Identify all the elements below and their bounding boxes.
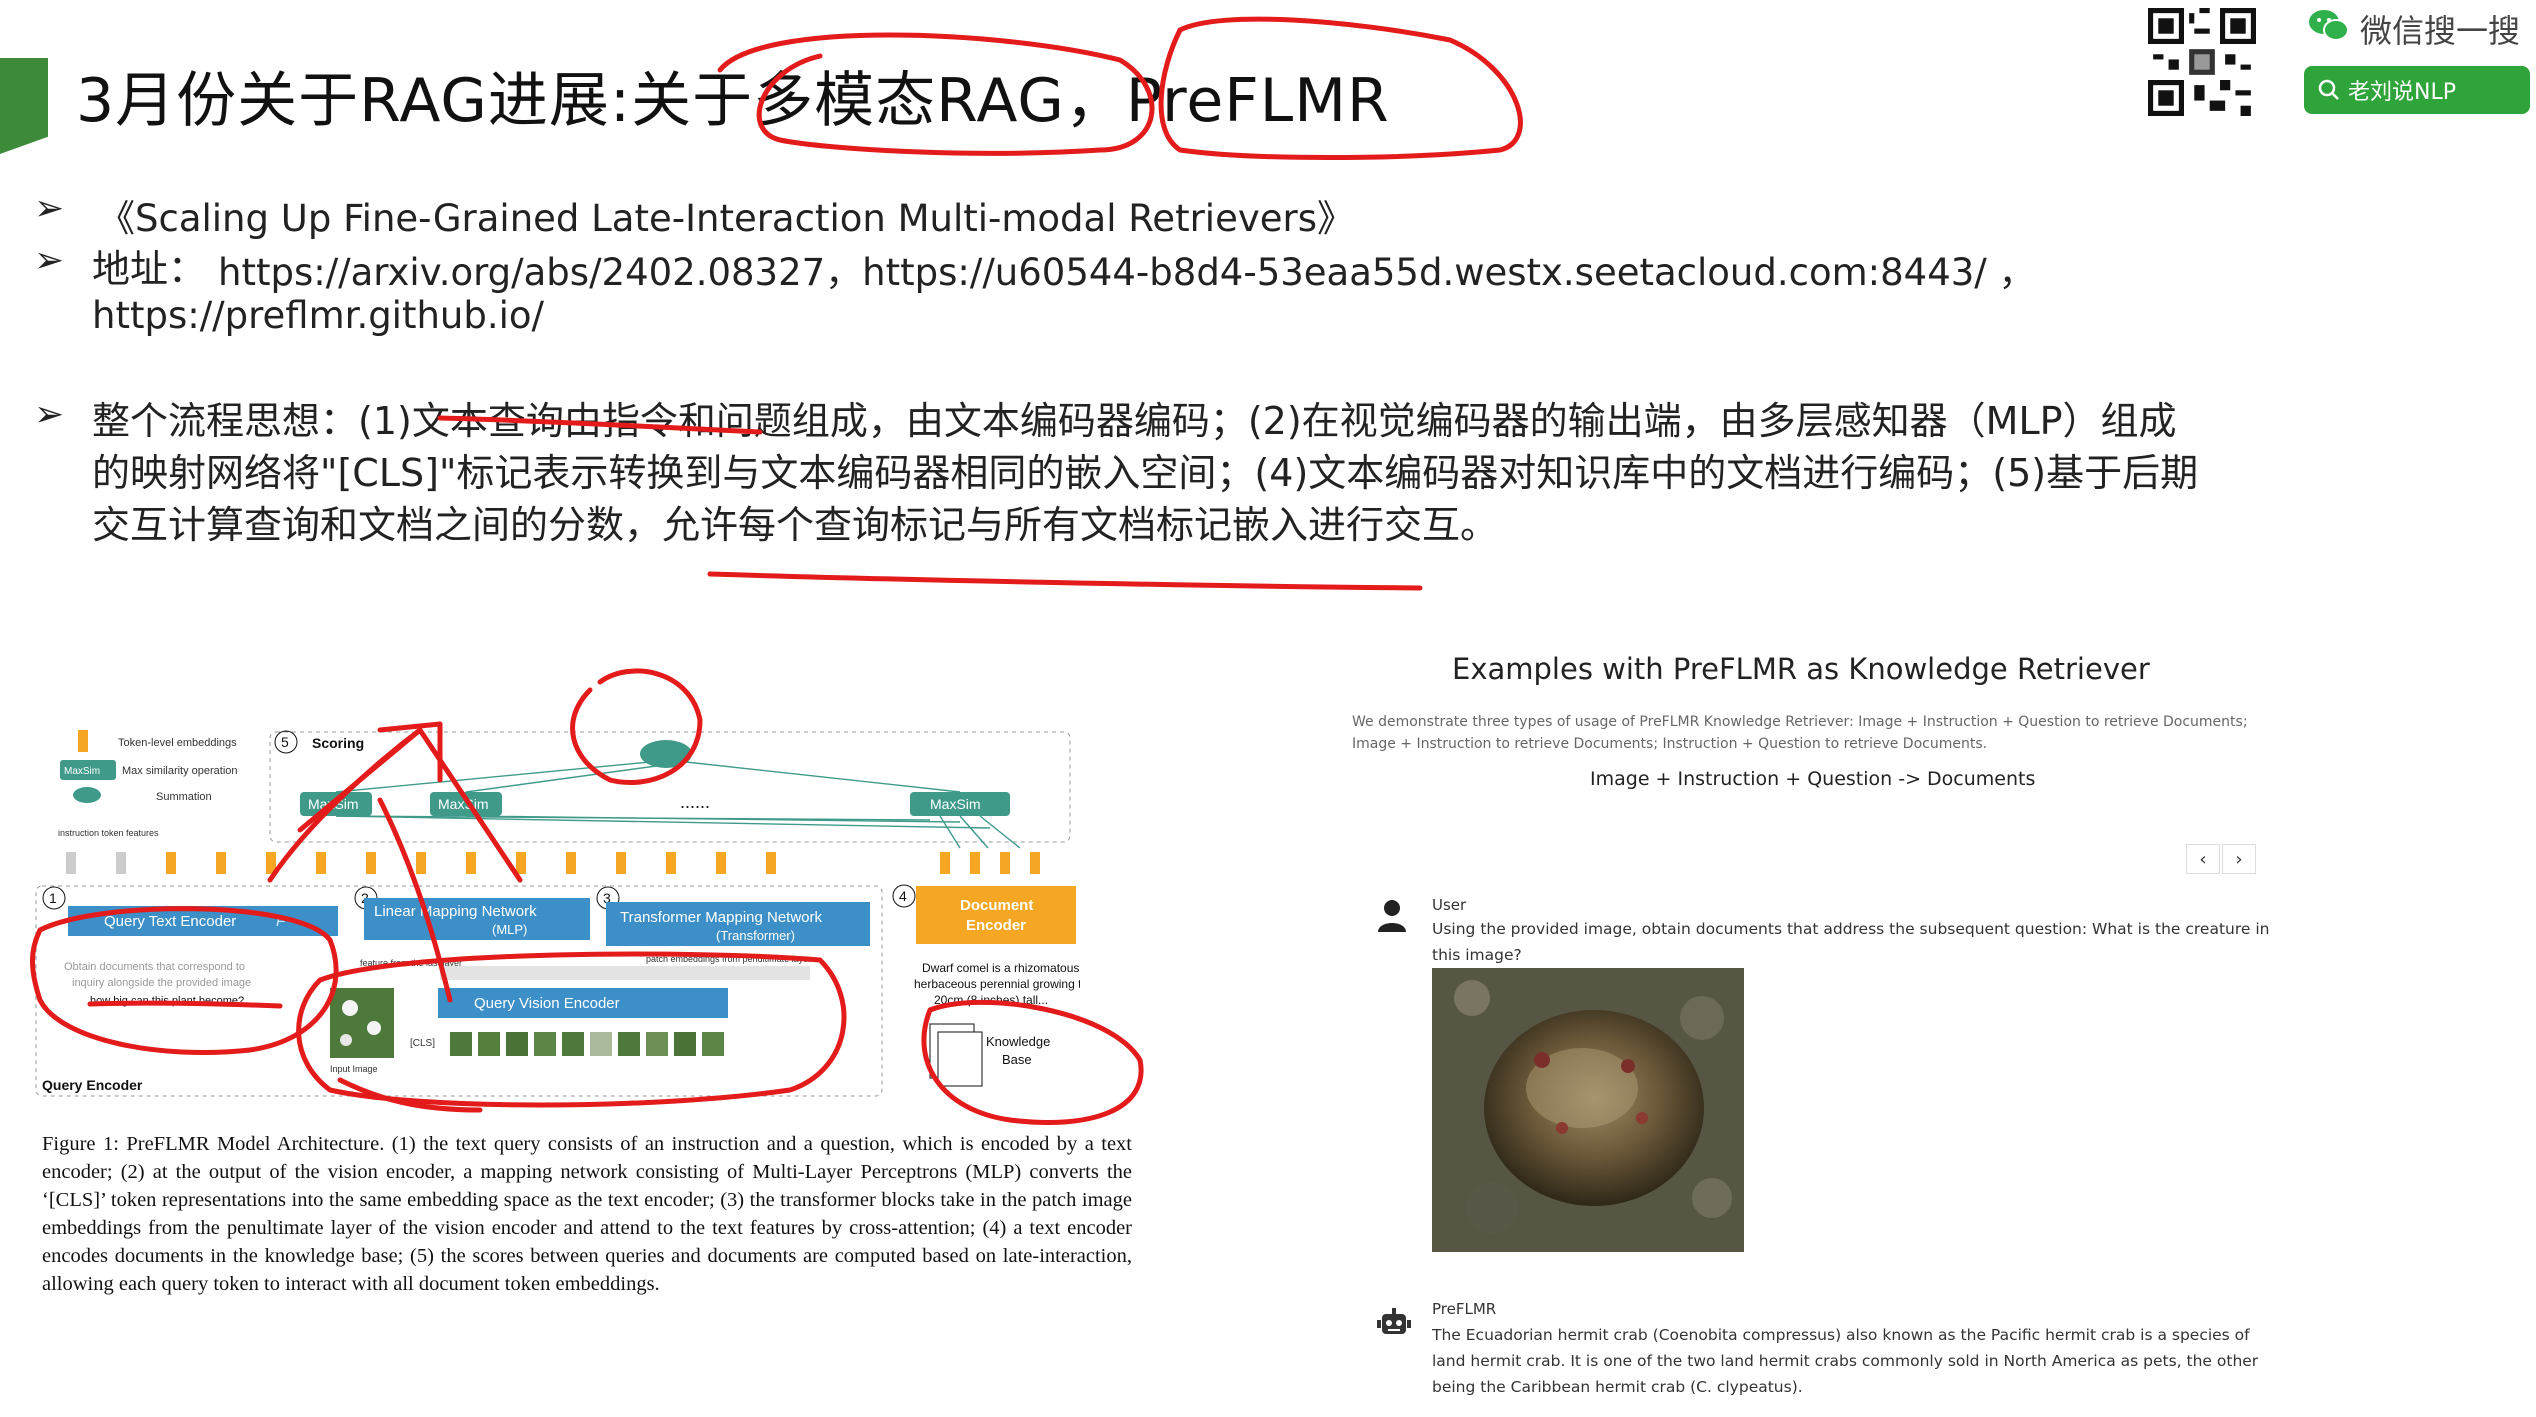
step-1-number: 1 [49,890,57,906]
linear-mapping-sub: (MLP) [492,922,527,937]
maxsim-label-n: MaxSim [930,796,981,812]
user-icon [1378,900,1406,932]
bullet-arrow-icon: ➢ [34,394,65,435]
legend-token-swatch [78,730,88,752]
chevron-right-icon: › [2235,848,2243,870]
paper-title: 《Scaling Up Fine-Grained Late-Interactio… [98,197,1354,240]
knowledge-base-label-1: Knowledge [986,1034,1050,1049]
maxsim-label-2: MaxSim [438,796,489,812]
underline-2 [707,571,1423,591]
patch-thumbnails [450,1032,724,1056]
bot-message-line2: land hermit crab. It is one of the two l… [1432,1352,2259,1370]
examples-subtitle: Image + Instruction + Question -> Docume… [1590,768,2036,790]
examples-title: Examples with PreFLMR as Knowledge Retri… [1452,652,2150,686]
bullet-arrow-icon: ➢ [34,188,65,229]
robot-icon [1377,1308,1411,1334]
transformer-mapping-label: Transformer Mapping Network [620,909,823,926]
input-image-thumb [330,988,394,1058]
wechat-search-label: 微信搜一搜 [2360,12,2521,50]
examples-desc-line1: We demonstrate three types of usage of P… [1352,714,2248,730]
address-links-line1[interactable]: https://arxiv.org/abs/2402.08327，https:/… [218,242,2036,296]
document-encoder-label-1: Document [960,897,1033,914]
cls-label: [CLS] [410,1038,435,1049]
legend-token-label: Token-level embeddings [118,737,237,749]
document-encoder-label-2: Encoder [966,917,1026,934]
legend-maxsim-badge-text: MaxSim [64,766,100,777]
kb-page-front [937,1031,983,1087]
search-icon [2318,79,2339,100]
user-message-line1: Using the provided image, obtain documen… [1432,920,2270,938]
next-example-button[interactable]: › [2222,844,2256,874]
patch-bar [440,966,810,980]
transformer-mapping-sub: (Transformer) [716,928,795,943]
query-vision-encoder-label: Query Vision Encoder [474,995,620,1012]
page-title: 3月份关于RAG进展:关于多模态RAG，PreFLMR [76,66,1390,136]
legend-sum-icon [73,787,101,803]
flow-text-line2: 的映射网络将"[CLS]"标记表示转换到与文本编码器相同的嵌入空间；(4)文本编… [92,451,2199,495]
qr-code-icon [2148,8,2256,116]
maxsim-ellipsis: ...... [680,792,710,812]
knowledge-base-label-2: Base [1002,1052,1032,1067]
flow-text-line1: 整个流程思想：(1)文本查询由指令和问题组成，由文本编码器编码；(2)在视觉编码… [92,399,2177,443]
figure-caption: Figure 1: PreFLMR Model Architecture. (1… [42,1133,1132,1295]
prev-example-button[interactable]: ‹ [2186,844,2220,874]
summation-node [640,740,692,768]
fl-symbol: F [276,913,286,930]
address-links-line2[interactable]: https://preflmr.github.io/ [92,294,544,337]
query-text-line-1: Obtain documents that correspond to [64,961,245,973]
legend-sum-label: Summation [156,791,212,803]
linear-mapping-label: Linear Mapping Network [374,903,537,920]
title-accent-bar [0,58,48,154]
architecture-figure: Token-level embeddings MaxSim Max simila… [35,730,1080,1097]
wechat-icon [2309,10,2349,41]
query-encoder-label: Query Encoder [42,1077,143,1093]
wechat-search-button[interactable]: 老刘说NLP [2304,66,2530,114]
bullet-arrow-icon: ➢ [34,240,65,281]
examples-desc-line2: Image + Instruction to retrieve Document… [1352,736,1988,752]
query-text-line-3: how big can this plant become? [90,995,244,1007]
step-5-number: 5 [281,734,289,750]
patch-embeddings-label: patch embeddings from penultimate layer [646,954,811,964]
user-message-line2: this image? [1432,946,1522,964]
address-prefix: 地址： [92,247,207,291]
bot-message-line1: The Ecuadorian hermit crab (Coenobita co… [1432,1326,2250,1344]
bot-role-label: PreFLMR [1432,1300,1497,1318]
bot-message-line3: being the Caribbean hermit crab (C. clyp… [1432,1378,1803,1396]
doc-text-line-3: 20cm (8 inches) tall... [934,993,1048,1007]
hermit-crab-photo [1432,968,1744,1252]
query-text-line-2: inquiry alongside the provided image [72,977,251,989]
instruction-features-label: instruction token features [58,828,159,838]
input-image-label: Input Image [330,1064,378,1074]
scoring-label: Scoring [312,735,364,751]
search-query-text: 老刘说NLP [2348,80,2456,105]
user-role-label: User [1432,896,1467,914]
chevron-left-icon: ‹ [2199,848,2207,870]
flow-text-line3: 交互计算查询和文档之间的分数，允许每个查询标记与所有文档标记嵌入进行交互。 [92,503,1499,547]
token-row [66,852,1040,874]
doc-text-line-1: Dwarf comel is a rhizomatous [922,961,1079,975]
document-encoder-block [916,886,1076,944]
maxsim-label-1: MaxSim [308,796,359,812]
step-4-number: 4 [899,888,907,904]
legend-maxsim-label: Max similarity operation [122,765,238,777]
query-text-encoder-label: Query Text Encoder [104,913,236,930]
doc-text-line-2: herbaceous perennial growing to [914,977,1080,991]
